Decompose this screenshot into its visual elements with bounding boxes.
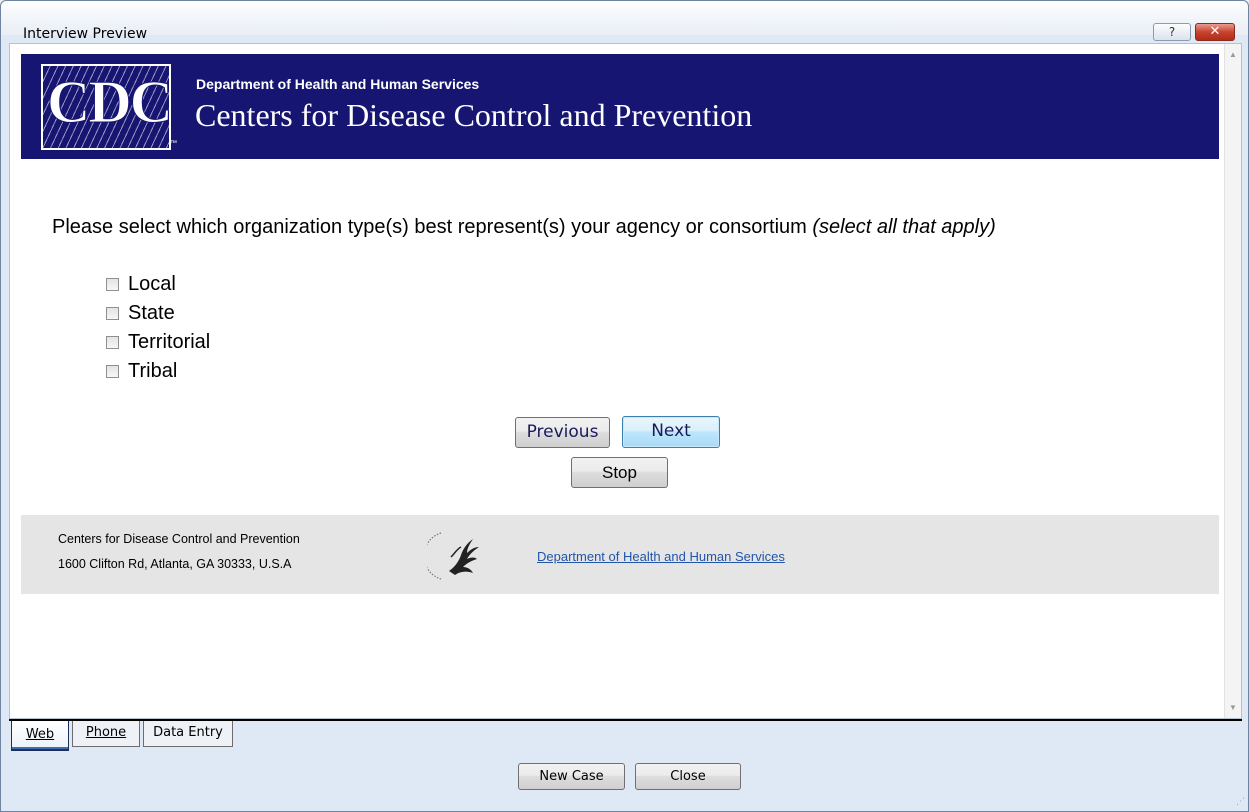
agency-name: Centers for Disease Control and Preventi… — [195, 97, 753, 133]
tab-data-entry-label: Data Entry — [153, 725, 223, 740]
department-header: Department of Health and Human Services — [196, 76, 480, 92]
option-local-label: Local — [128, 273, 176, 295]
tab-web[interactable]: Web — [11, 721, 69, 751]
title-bar[interactable]: Interview Preview ? ✕ — [1, 1, 1248, 42]
option-tribal[interactable]: Tribal — [106, 357, 210, 386]
help-icon: ? — [1168, 25, 1176, 39]
tab-data-entry[interactable]: Data Entry — [143, 721, 233, 747]
option-territorial-label: Territorial — [128, 331, 211, 353]
question-text: Please select which organization type(s)… — [52, 216, 996, 239]
stop-button[interactable]: Stop — [571, 457, 668, 488]
tab-phone-label: Phone — [85, 725, 127, 740]
hhs-eagle-logo — [427, 532, 479, 580]
tab-phone[interactable]: Phone — [72, 721, 140, 747]
option-territorial-checkbox[interactable] — [106, 336, 119, 349]
resize-grip-icon[interactable]: ⋰ — [1236, 796, 1245, 807]
close-icon: ✕ — [1209, 24, 1221, 39]
cdc-logo-text: CDC — [47, 69, 174, 136]
next-button[interactable]: Next — [622, 416, 720, 448]
footer-address: 1600 Clifton Rd, Atlanta, GA 30333, U.S.… — [58, 557, 292, 571]
page-footer: Centers for Disease Control and Preventi… — [21, 515, 1219, 594]
scroll-down-icon[interactable]: ▼ — [1229, 703, 1237, 712]
option-local-checkbox[interactable] — [106, 278, 119, 291]
previous-button[interactable]: Previous — [515, 417, 610, 448]
help-button[interactable]: ? — [1153, 23, 1191, 41]
cdc-banner: CDC ™ Department of Health and Human Ser… — [21, 54, 1219, 159]
vertical-scrollbar[interactable]: ▲ ▼ — [1224, 44, 1241, 718]
preview-content: CDC ™ Department of Health and Human Ser… — [9, 43, 1242, 719]
option-state-label: State — [128, 302, 175, 324]
option-local[interactable]: Local — [106, 270, 210, 299]
option-tribal-checkbox[interactable] — [106, 365, 119, 378]
window-title: Interview Preview — [23, 26, 148, 42]
scroll-up-icon[interactable]: ▲ — [1229, 50, 1237, 59]
question-prompt: Please select which organization type(s)… — [52, 216, 813, 238]
cdc-logo: CDC — [41, 64, 174, 150]
new-case-button[interactable]: New Case — [518, 763, 625, 790]
tab-web-label: Web — [25, 727, 55, 742]
option-state[interactable]: State — [106, 299, 210, 328]
question-hint: (select all that apply) — [812, 216, 996, 238]
hhs-link[interactable]: Department of Health and Human Services — [537, 549, 785, 564]
option-tribal-label: Tribal — [128, 360, 178, 382]
trademark-mark: ™ — [170, 140, 177, 147]
mode-tabs: Web Phone Data Entry — [9, 719, 1242, 751]
option-territorial[interactable]: Territorial — [106, 328, 210, 357]
option-state-checkbox[interactable] — [106, 307, 119, 320]
close-button[interactable]: Close — [635, 763, 741, 790]
interview-preview-window: Interview Preview ? ✕ CDC ™ Department o… — [0, 0, 1249, 812]
footer-org-name: Centers for Disease Control and Preventi… — [58, 532, 300, 546]
organization-type-options: Local State Territorial Tribal — [106, 270, 210, 386]
close-window-button[interactable]: ✕ — [1195, 23, 1235, 41]
